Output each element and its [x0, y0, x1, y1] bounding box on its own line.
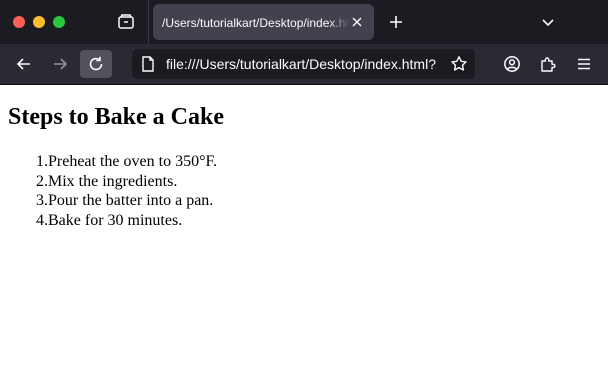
list-item-text: Preheat the oven to 350°F. — [48, 153, 218, 170]
bookmark-star-icon[interactable] — [450, 55, 468, 73]
maximize-window-button[interactable] — [53, 16, 65, 28]
browser-title-bar: /Users/tutorialkart/Desktop/index.html — [0, 0, 608, 44]
close-window-button[interactable] — [13, 16, 25, 28]
address-bar[interactable]: file:///Users/tutorialkart/Desktop/index… — [132, 49, 475, 79]
account-icon[interactable] — [496, 50, 528, 78]
list-item-number: 3. — [36, 192, 48, 209]
list-item: 3. Pour the batter into a pan. — [8, 191, 408, 211]
list-item-text: Bake for 30 minutes. — [48, 211, 183, 229]
minimize-window-button[interactable] — [33, 16, 45, 28]
page-document-icon — [140, 56, 156, 72]
list-item: 2. Mix the ingredients. — [8, 172, 408, 192]
tab-active[interactable]: /Users/tutorialkart/Desktop/index.html — [153, 4, 374, 40]
list-item-text: Pour the batter into a pan. — [48, 192, 214, 209]
list-item: 4. Bake for 30 minutes. — [8, 211, 408, 231]
extensions-puzzle-icon[interactable] — [532, 50, 564, 78]
list-item-number: 1. — [36, 153, 48, 170]
tab-separator — [148, 0, 149, 44]
navigation-toolbar: file:///Users/tutorialkart/Desktop/index… — [0, 44, 608, 84]
new-tab-plus-icon[interactable] — [386, 12, 406, 32]
tab-title-fade — [329, 12, 349, 32]
list-item: 1. Preheat the oven to 350°F. — [8, 152, 408, 172]
list-item-text: Mix the ingredients. — [48, 172, 178, 190]
reload-icon[interactable] — [80, 50, 112, 78]
steps-list: 1. Preheat the oven to 350°F. 2. Mix the… — [8, 152, 408, 230]
tab-close-icon[interactable] — [349, 14, 365, 30]
hamburger-menu-icon[interactable] — [568, 50, 600, 78]
page-heading: Steps to Bake a Cake — [8, 104, 225, 130]
url-text[interactable]: file:///Users/tutorialkart/Desktop/index… — [166, 56, 446, 73]
tab-manager-icon[interactable] — [116, 12, 136, 32]
chevron-down-icon[interactable] — [538, 12, 558, 32]
forward-arrow-icon[interactable] — [44, 50, 76, 78]
back-arrow-icon[interactable] — [8, 50, 40, 78]
list-item-number: 4. — [36, 211, 48, 229]
tab-title: /Users/tutorialkart/Desktop/index.html — [162, 16, 348, 30]
list-item-number: 2. — [36, 172, 48, 190]
